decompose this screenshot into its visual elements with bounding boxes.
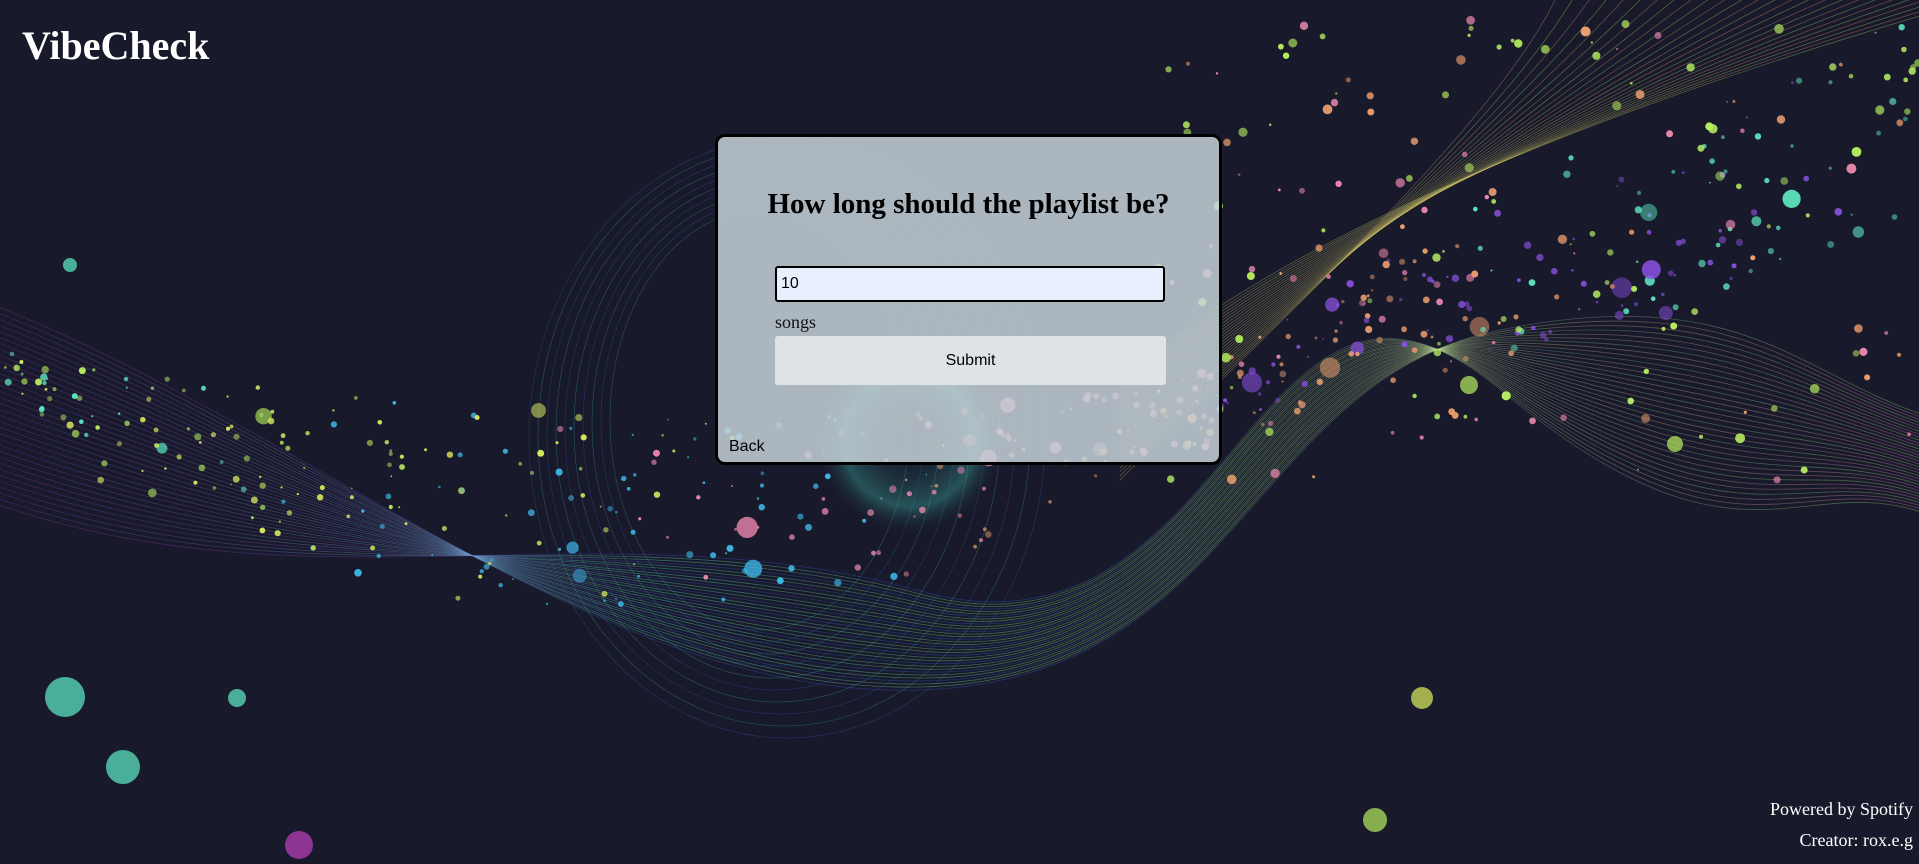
creator-label: Creator: rox.e.g [1799,830,1913,850]
submit-button[interactable]: Submit [775,336,1166,385]
playlist-length-input[interactable] [775,266,1165,302]
app-title: VibeCheck [22,23,210,68]
playlist-length-dialog: How long should the playlist be? songs S… [715,134,1222,465]
unit-label: songs [775,312,817,332]
question-heading: How long should the playlist be? [767,188,1170,220]
back-button[interactable]: Back [729,438,765,456]
powered-by-label: Powered by Spotify [1770,799,1913,819]
footer: Powered by Spotify Creator: rox.e.g [1770,794,1913,856]
